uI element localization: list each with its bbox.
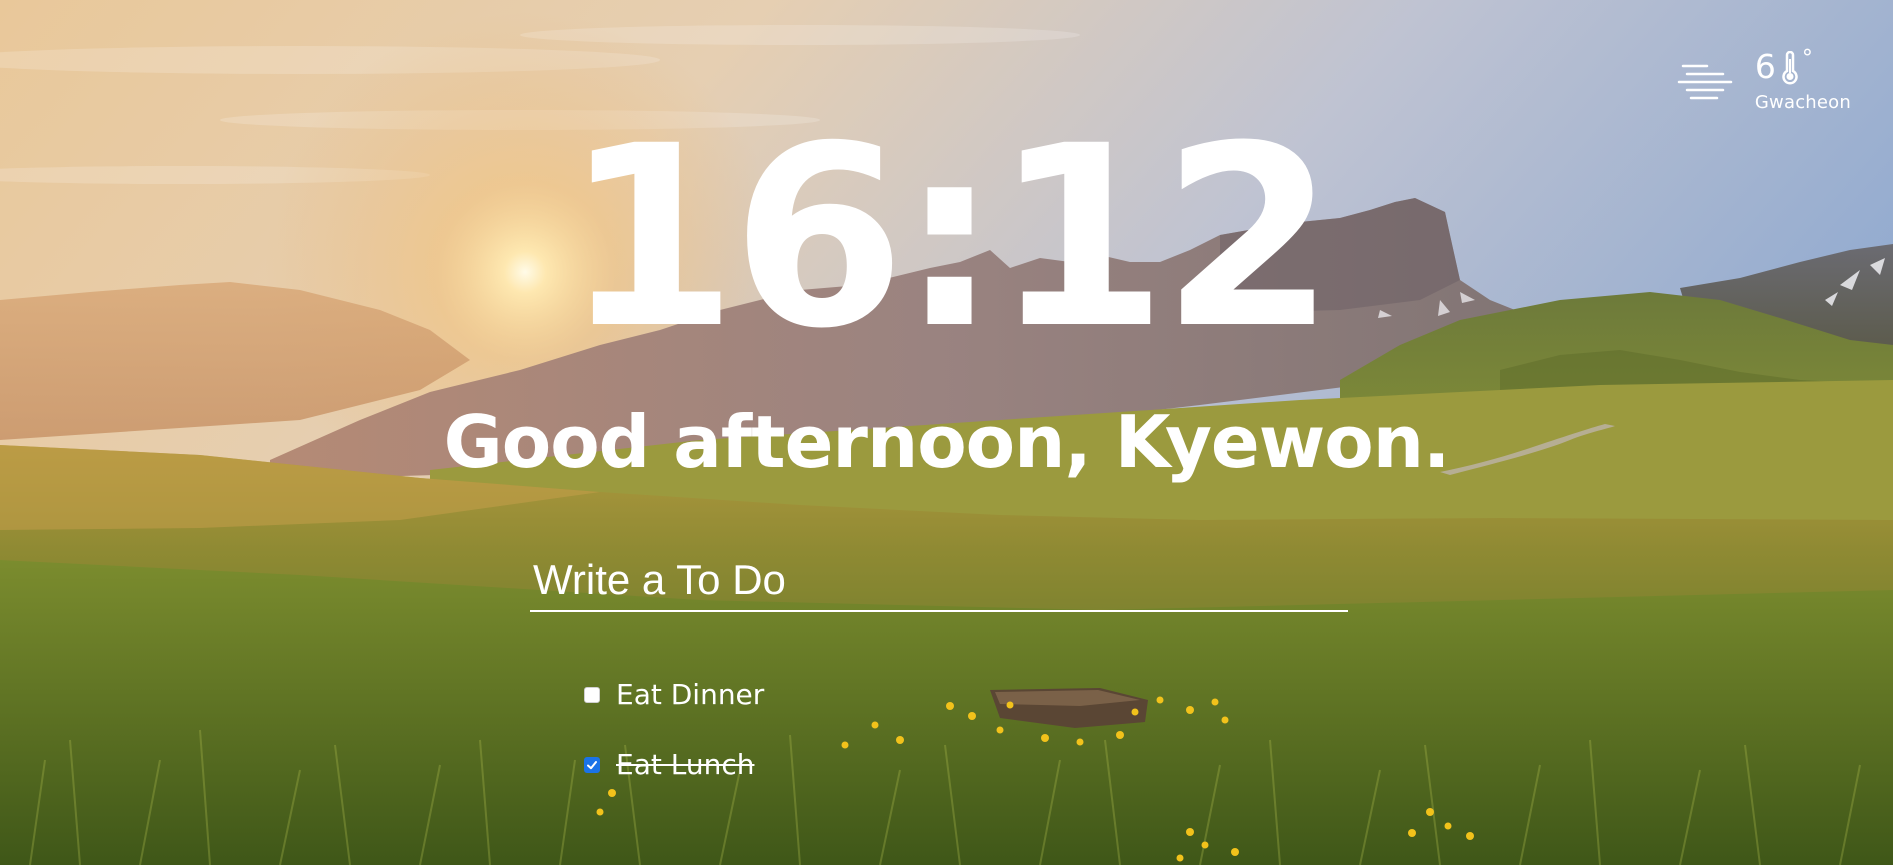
todo-label: Eat Lunch	[616, 748, 755, 781]
weather-widget: 6 ° Gwacheon	[1677, 48, 1851, 113]
todo-item: Eat Dinner	[584, 660, 764, 730]
degree-symbol: °	[1801, 46, 1813, 71]
todo-list: Eat Dinner Eat Lunch	[584, 660, 764, 800]
checkmark-icon	[587, 761, 597, 770]
thermometer-icon	[1780, 50, 1800, 85]
todo-form	[530, 548, 1348, 612]
greeting-text: Good afternoon, Kyewon.	[443, 400, 1451, 484]
todo-checkbox[interactable]	[584, 687, 600, 703]
todo-item: Eat Lunch	[584, 730, 764, 800]
clock-time: 16:12	[563, 92, 1336, 383]
temperature-value: 6	[1754, 47, 1776, 86]
todo-input[interactable]	[530, 548, 1348, 612]
fog-icon	[1677, 60, 1733, 104]
todo-label: Eat Dinner	[616, 678, 765, 711]
todo-checkbox-checked[interactable]	[584, 757, 600, 773]
